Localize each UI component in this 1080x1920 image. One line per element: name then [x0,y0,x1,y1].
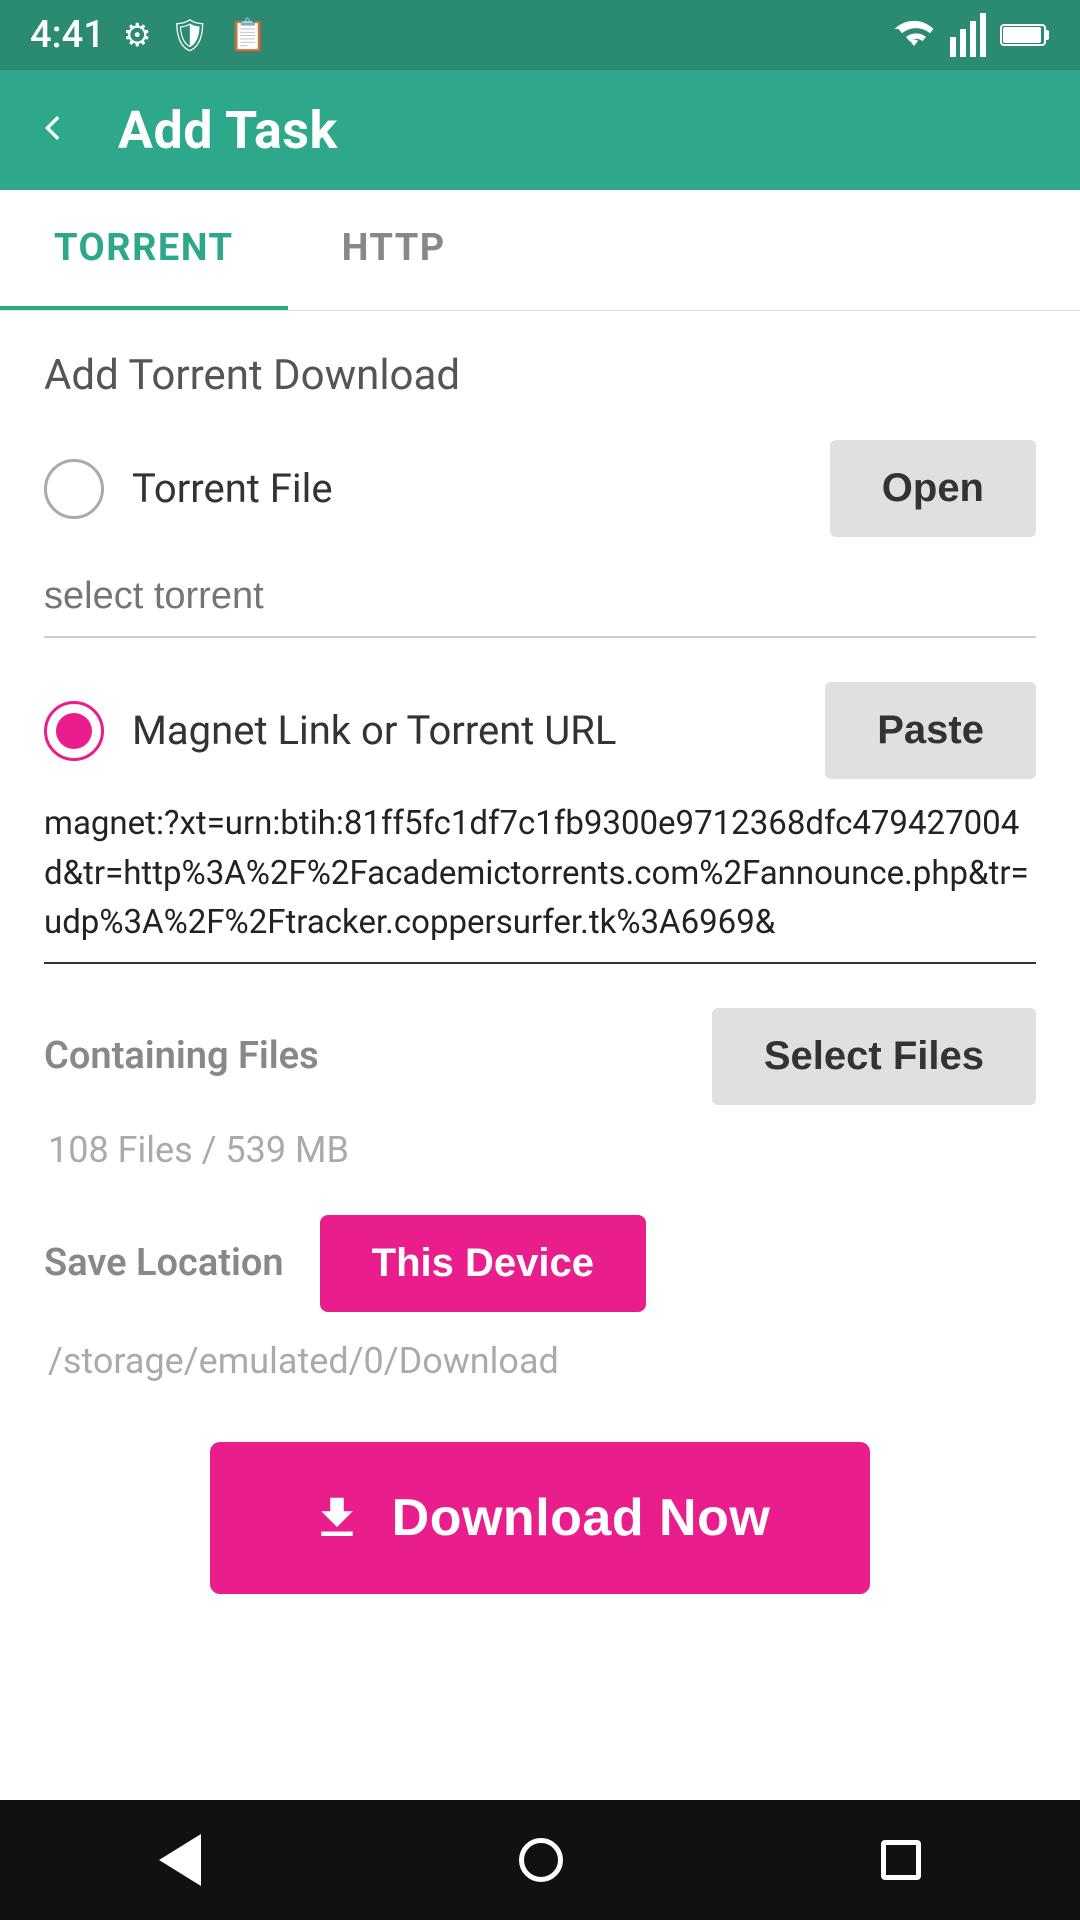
save-location-label: Save Location [44,1241,284,1285]
containing-files-row: Containing Files Select Files [44,1008,1036,1105]
tab-http[interactable]: HTTP [288,190,500,310]
download-icon [310,1491,364,1545]
files-info: 108 Files / 539 MB [44,1129,1036,1171]
app-bar: Add Task [0,70,1080,190]
app-bar-title: Add Task [118,100,338,161]
download-btn-wrap: Download Now [44,1442,1036,1594]
download-now-button[interactable]: Download Now [210,1442,871,1594]
torrent-file-radio[interactable] [44,459,104,519]
download-now-label: Download Now [392,1488,771,1548]
settings-icon: ⚙ [123,16,152,54]
wifi-icon [892,18,936,52]
torrent-file-label: Torrent File [132,465,333,512]
clipboard-icon: 📋 [228,16,268,54]
battery-icon [1000,21,1050,49]
magnet-link-row: Magnet Link or Torrent URL Paste [44,682,1036,779]
nav-home-icon [519,1838,563,1882]
paste-button[interactable]: Paste [825,682,1036,779]
shield-icon: 🛡 [170,16,211,54]
tab-bar: TORRENT HTTP [0,190,1080,311]
signal-icon [950,13,986,57]
status-time: 4:41 [30,13,105,57]
nav-back-icon [159,1834,201,1886]
back-button[interactable] [36,107,82,153]
nav-recent-button[interactable] [867,1826,935,1894]
select-files-button[interactable]: Select Files [712,1008,1036,1105]
nav-home-button[interactable] [505,1824,577,1896]
save-location-row: Save Location This Device [44,1215,1036,1312]
content-area: Add Torrent Download Torrent File Open M… [0,311,1080,1700]
nav-recent-icon [881,1840,921,1880]
open-button[interactable]: Open [830,440,1036,537]
magnet-link-label: Magnet Link or Torrent URL [132,707,616,754]
section-title: Add Torrent Download [44,351,1036,400]
tab-torrent[interactable]: TORRENT [0,190,288,310]
magnet-link-radio[interactable] [44,701,104,761]
this-device-button[interactable]: This Device [320,1215,646,1312]
storage-path: /storage/emulated/0/Download [44,1340,1036,1382]
select-torrent-input[interactable] [44,557,1036,638]
magnet-link-option[interactable]: Magnet Link or Torrent URL [44,701,616,761]
containing-files-label: Containing Files [44,1034,319,1078]
nav-back-button[interactable] [145,1820,215,1900]
bottom-nav [0,1800,1080,1920]
status-bar: 4:41 ⚙ 🛡 📋 [0,0,1080,70]
torrent-file-row: Torrent File Open [44,440,1036,537]
torrent-file-option[interactable]: Torrent File [44,459,333,519]
magnet-url-value[interactable]: magnet:?xt=urn:btih:81ff5fc1df7c1fb9300e… [44,799,1036,948]
